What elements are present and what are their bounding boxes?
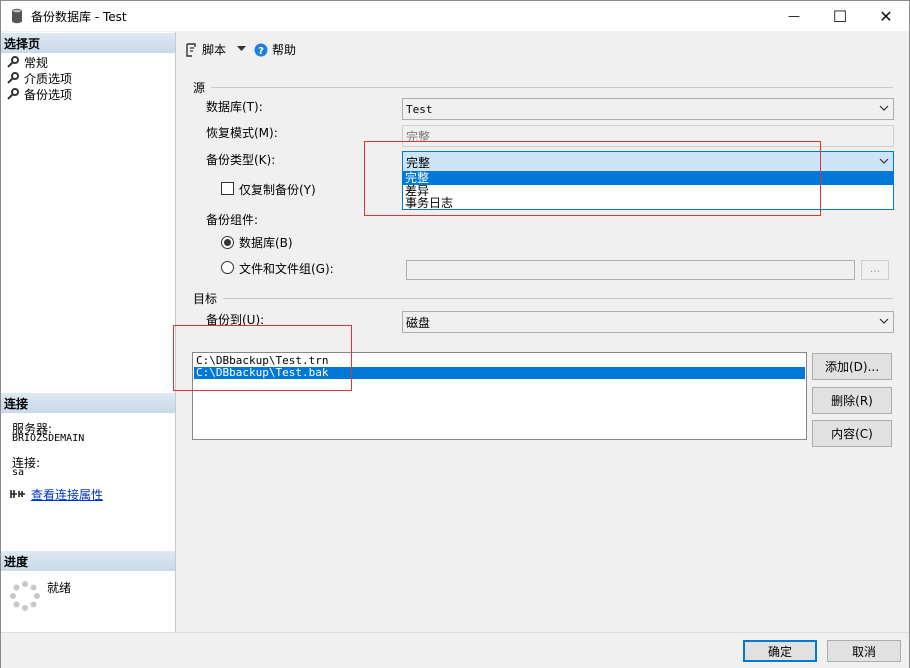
copy-only-label[interactable]: 仅复制备份(Y) <box>239 181 316 198</box>
script-button[interactable]: 脚本 <box>184 41 226 58</box>
backup-to-combo[interactable]: 磁盘 <box>402 311 894 333</box>
maximize-button[interactable]: ☐ <box>817 1 863 31</box>
radio-files-filegroups[interactable] <box>221 261 234 274</box>
page-item-label: 备份选项 <box>24 87 73 102</box>
help-icon: ? <box>254 43 268 57</box>
remove-destination-button[interactable]: 删除(R) <box>812 387 892 414</box>
svg-text:?: ? <box>258 46 264 57</box>
contents-button[interactable]: 内容(C) <box>812 420 892 447</box>
ok-button[interactable]: 确定 <box>743 640 817 662</box>
close-icon: ✕ <box>879 6 893 26</box>
backup-component-label: 备份组件: <box>206 213 259 227</box>
page-item-backup-options[interactable]: 备份选项 <box>7 86 72 102</box>
help-button[interactable]: ? 帮助 <box>254 41 296 58</box>
copy-only-checkbox[interactable] <box>221 182 234 195</box>
toolbar: 脚本 ? 帮助 <box>177 32 909 66</box>
script-icon <box>186 42 196 57</box>
database-value: Test <box>406 102 433 116</box>
connection-value: sa <box>12 467 25 478</box>
close-button[interactable]: ✕ <box>863 1 909 31</box>
wrench-icon <box>7 88 19 100</box>
source-group-divider <box>211 87 893 88</box>
radio-database[interactable] <box>221 236 234 249</box>
title-bar: 备份数据库 - Test — ☐ ✕ <box>1 1 909 31</box>
cancel-button[interactable]: 取消 <box>827 640 901 662</box>
view-connection-properties-link[interactable]: 查看连接属性 <box>31 486 103 503</box>
server-value: BRIOZSDEMAIN <box>12 433 85 444</box>
page-item-media-options[interactable]: 介质选项 <box>7 70 72 86</box>
wrench-icon <box>7 56 19 68</box>
chevron-down-icon <box>879 158 889 164</box>
page-item-label: 介质选项 <box>24 71 73 86</box>
files-browse-button[interactable]: ... <box>861 260 889 280</box>
page-item-label: 常规 <box>24 55 49 70</box>
backup-type-dropdown-list: 完整 差异 事务日志 <box>402 171 894 210</box>
help-label: 帮助 <box>272 43 297 57</box>
progress-status: 就绪 <box>47 581 72 595</box>
recovery-model-field: 完整 <box>402 125 894 147</box>
backup-type-combo[interactable]: 完整 <box>402 151 894 173</box>
backup-type-option-transaction-log[interactable]: 事务日志 <box>403 197 893 210</box>
page-item-general[interactable]: 常规 <box>7 54 48 70</box>
destination-list[interactable]: C:\DBbackup\Test.trn C:\DBbackup\Test.ba… <box>192 352 807 440</box>
connection-header: 连接 <box>1 393 175 413</box>
minimize-icon: — <box>788 9 800 23</box>
list-item[interactable]: C:\DBbackup\Test.bak <box>194 367 805 379</box>
bottom-bar: 确定 取消 <box>1 632 909 668</box>
script-dropdown-chevron-icon[interactable] <box>237 46 246 52</box>
source-group-label: 源 <box>193 81 206 95</box>
connection-props-icon <box>10 490 25 498</box>
backup-type-label: 备份类型(K): <box>206 153 276 167</box>
progress-header: 进度 <box>1 551 175 571</box>
files-filegroups-field <box>406 260 855 280</box>
radio-database-label[interactable]: 数据库(B) <box>239 234 293 251</box>
chevron-down-icon <box>879 318 889 324</box>
script-label: 脚本 <box>202 43 227 57</box>
database-icon <box>12 8 22 24</box>
left-panel: 选择页 常规 介质选项 备份选项 连接 服务器: BRIOZSDEMAIN 连接… <box>1 32 176 632</box>
wrench-icon <box>7 72 19 84</box>
window-title: 备份数据库 - Test <box>31 10 127 24</box>
chevron-down-icon <box>879 105 889 111</box>
database-label: 数据库(T): <box>206 100 263 114</box>
progress-spinner-icon <box>10 581 40 611</box>
destination-group-divider <box>223 298 893 299</box>
backup-to-value: 磁盘 <box>406 315 431 330</box>
radio-files-filegroups-label[interactable]: 文件和文件组(G): <box>239 260 334 277</box>
database-combo[interactable]: Test <box>402 98 894 120</box>
destination-group-label: 目标 <box>193 292 218 306</box>
maximize-icon: ☐ <box>832 6 848 26</box>
recovery-model-label: 恢复模式(M): <box>206 126 278 140</box>
backup-type-value: 完整 <box>406 155 431 170</box>
add-destination-button[interactable]: 添加(D)... <box>812 353 892 380</box>
backup-type-option-full[interactable]: 完整 <box>403 172 893 185</box>
backup-database-dialog: 备份数据库 - Test — ☐ ✕ 选择页 常规 介质选项 备份选项 连接 服… <box>0 0 910 668</box>
backup-to-label: 备份到(U): <box>206 313 265 327</box>
recovery-model-value: 完整 <box>406 129 431 144</box>
minimize-button[interactable]: — <box>771 1 817 31</box>
select-page-header: 选择页 <box>1 33 175 53</box>
